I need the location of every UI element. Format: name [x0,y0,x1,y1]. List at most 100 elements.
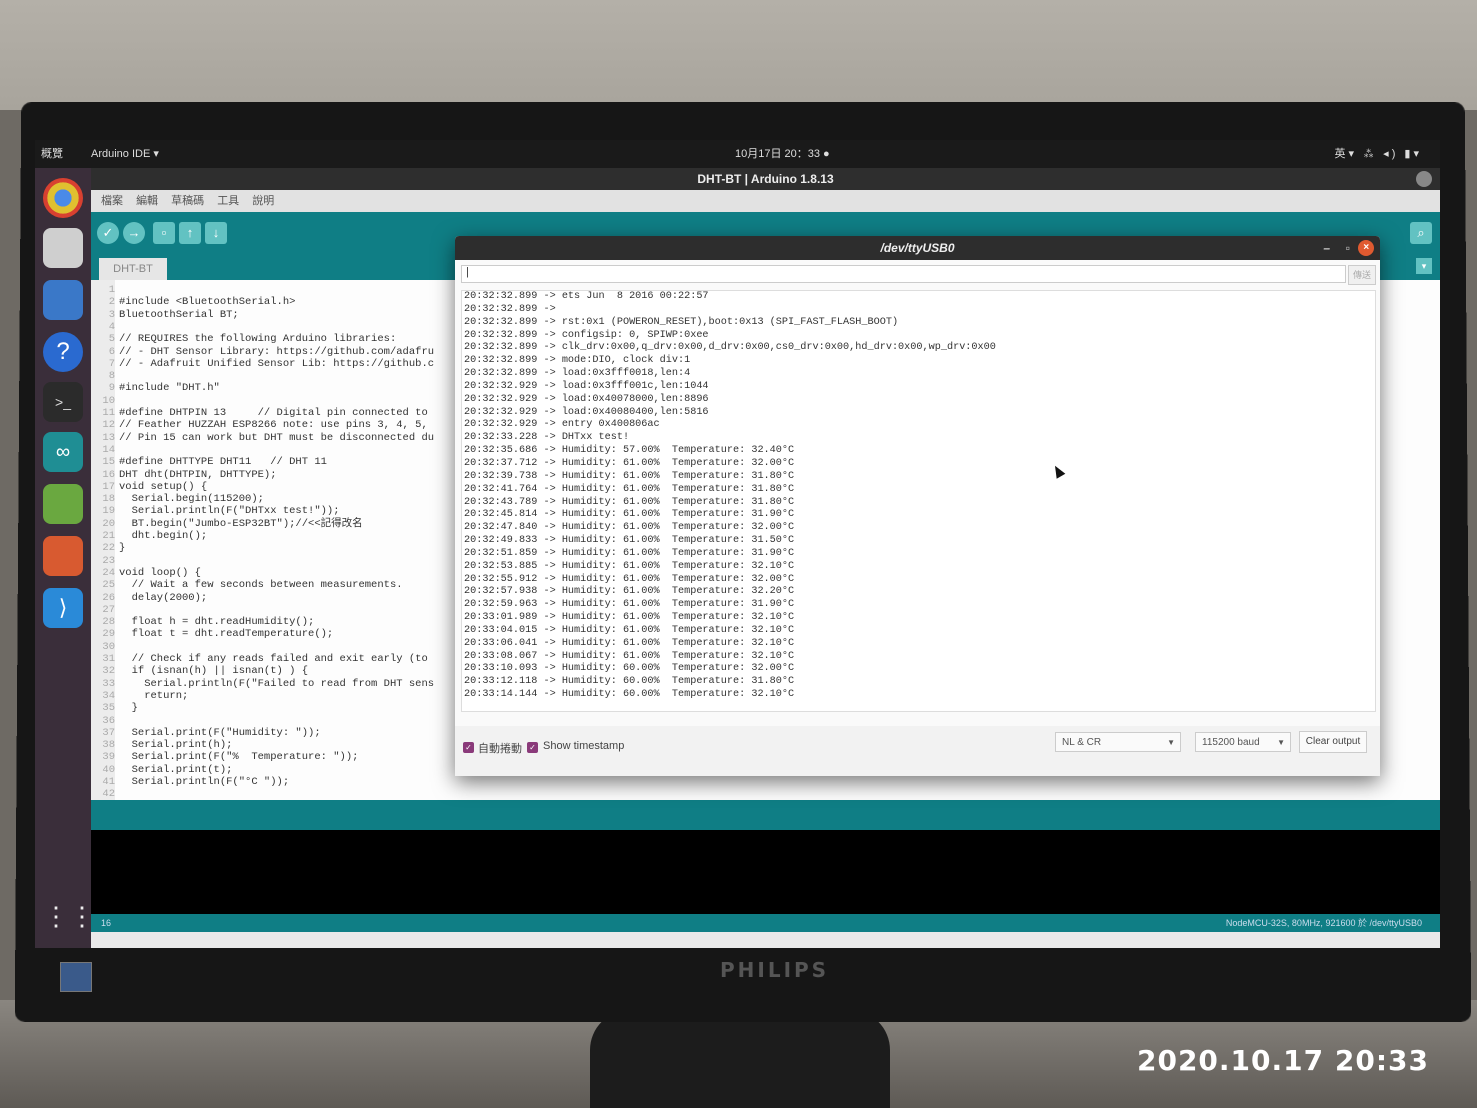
send-button[interactable]: 傳送 [1348,265,1376,285]
code-text: BT.begin("Jumbo-ESP32BT");//<<記得改名 [119,517,363,530]
serial-output-line: 20:32:35.686 -> Humidity: 57.00% Tempera… [464,445,795,457]
serial-monitor-titlebar: /dev/ttyUSB0 – ▫ × [455,236,1380,260]
window-title: DHT-BT | Arduino 1.8.13 [697,172,834,186]
code-line: 39 Serial.print(F("% Temperature: ")); [97,751,358,764]
serial-output-line: 20:33:10.093 -> Humidity: 60.00% Tempera… [464,663,795,675]
code-line: 40 Serial.print(t); [97,764,232,777]
line-number: 3 [108,308,115,321]
serial-output-line: 20:32:57.938 -> Humidity: 61.00% Tempera… [464,586,795,598]
save-icon[interactable]: ↓ [205,222,227,244]
code-text: DHT dht(DHTPIN, DHTTYPE); [119,468,277,481]
code-text: Serial.print(t); [119,763,233,776]
activities-button[interactable]: 概覽 [41,140,63,168]
system-status-menu[interactable]: 英▾ ⁂ ◂) ▮▾ [1335,140,1422,168]
close-icon[interactable] [1416,171,1432,187]
code-line: 35 } [97,702,138,715]
line-number: 25 [102,579,115,592]
close-icon[interactable]: × [1358,240,1374,256]
menu-bar: 檔案 編輯 草稿碼 工具 說明 [91,190,1440,212]
line-number: 4 [108,320,115,333]
impress-icon[interactable] [43,536,83,576]
open-icon[interactable]: ↑ [179,222,201,244]
maximize-icon[interactable]: ▫ [1346,236,1350,260]
tab-dht-bt[interactable]: DHT-BT [99,258,167,280]
baud-select[interactable]: 115200 baud ▼ [1195,732,1291,752]
code-line: 8 [97,370,119,383]
line-number: 29 [102,628,115,641]
serial-monitor-icon[interactable]: ⌕ [1410,222,1432,244]
files-icon[interactable] [43,228,83,268]
serial-output-line: 20:33:12.118 -> Humidity: 60.00% Tempera… [464,676,795,688]
upload-icon[interactable]: → [123,222,145,244]
code-text: Serial.println(F("Failed to read from DH… [119,677,435,690]
help-icon[interactable]: ? [43,332,83,372]
photo-timestamp: 2020.10.17 20:33 [1136,1044,1429,1077]
code-line: 11 #define DHTPIN 13 // Digital pin conne… [97,407,427,420]
serial-output[interactable]: 20:32:32.899 -> ets Jun 8 2016 00:22:57 2… [461,290,1376,712]
code-text: delay(2000); [119,591,208,604]
code-line: 1 [97,284,119,297]
chevron-down-icon: ▼ [1277,738,1285,747]
menu-edit[interactable]: 編輯 [136,195,158,207]
serial-output-line: 20:32:32.899 -> mode:DIO, clock div:1 [464,355,691,367]
line-number: 26 [102,591,115,604]
tab-menu-icon[interactable]: ▾ [1416,258,1432,274]
menu-file[interactable]: 檔案 [101,195,123,207]
code-text: float t = dht.readTemperature(); [119,628,334,641]
code-line: 2 #include <BluetoothSerial.h> [97,296,296,309]
code-text: void setup() { [119,480,208,493]
line-number: 12 [102,419,115,432]
clear-output-button[interactable]: Clear output [1299,731,1367,753]
code-text: // Wait a few seconds between measuremen… [119,579,403,592]
line-number: 15 [102,456,115,469]
line-number: 21 [102,530,115,542]
code-text: } [119,542,126,555]
code-text: } [119,702,138,715]
code-text: #define DHTTYPE DHT11 // DHT 11 [119,456,327,469]
dock: ? >_ ∞ ⟩ ⋮⋮⋮ [35,168,121,948]
timestamp-label: Show timestamp [543,740,625,752]
arduino-icon[interactable]: ∞ [43,432,83,472]
writer-icon[interactable] [43,280,83,320]
code-line: 20 BT.begin("Jumbo-ESP32BT");//<<記得改名 [97,517,363,531]
intel-sticker [60,962,92,992]
app-menu[interactable]: Arduino IDE ▾ [91,140,159,168]
chrome-icon[interactable] [43,178,83,218]
line-number: 5 [108,333,115,346]
verify-icon[interactable]: ✓ [97,222,119,244]
line-number: 10 [102,394,115,407]
clock[interactable]: 10月17日 20：33 ● [735,140,830,168]
autoscroll-checkbox[interactable]: ✓ [463,742,474,753]
menu-tools[interactable]: 工具 [217,195,239,207]
code-line: 18 Serial.begin(115200); [97,493,264,506]
monitor-stand [590,1010,890,1108]
line-number: 38 [102,739,115,752]
console-output [91,830,1440,914]
timestamp-checkbox[interactable]: ✓ [527,742,538,753]
new-icon[interactable]: ▫ [153,222,175,244]
code-text: void loop() { [119,566,201,579]
line-ending-select[interactable]: NL & CR ▼ [1055,732,1181,752]
line-number: 33 [102,677,115,690]
show-apps-icon[interactable]: ⋮⋮⋮ [43,896,121,936]
code-line: 28 float h = dht.readHumidity(); [97,616,314,629]
vscode-icon[interactable]: ⟩ [43,588,83,628]
screen: 概覽 Arduino IDE ▾ 10月17日 20：33 ● 英▾ ⁂ ◂) … [35,140,1440,948]
terminal-icon[interactable]: >_ [43,382,83,422]
serial-output-line: 20:32:51.859 -> Humidity: 61.00% Tempera… [464,547,795,559]
line-number: 20 [102,517,115,530]
code-line: 21 dht.begin(); [97,530,207,543]
serial-input[interactable]: | [461,265,1346,283]
menu-sketch[interactable]: 草稿碼 [171,195,204,207]
minimize-icon[interactable]: – [1323,236,1330,260]
line-number: 6 [108,345,115,358]
code-line: 4 [97,321,119,334]
menu-help[interactable]: 說明 [252,195,274,207]
monitor-brand: PHILIPS [720,958,830,982]
text-editor-icon[interactable] [43,484,83,524]
line-number: 13 [102,431,115,444]
line-number: 23 [102,554,115,567]
serial-output-line: 20:33:04.015 -> Humidity: 61.00% Tempera… [464,624,795,636]
code-line: 31 // Check if any reads failed and exit… [97,653,427,666]
code-text: dht.begin(); [119,530,208,542]
